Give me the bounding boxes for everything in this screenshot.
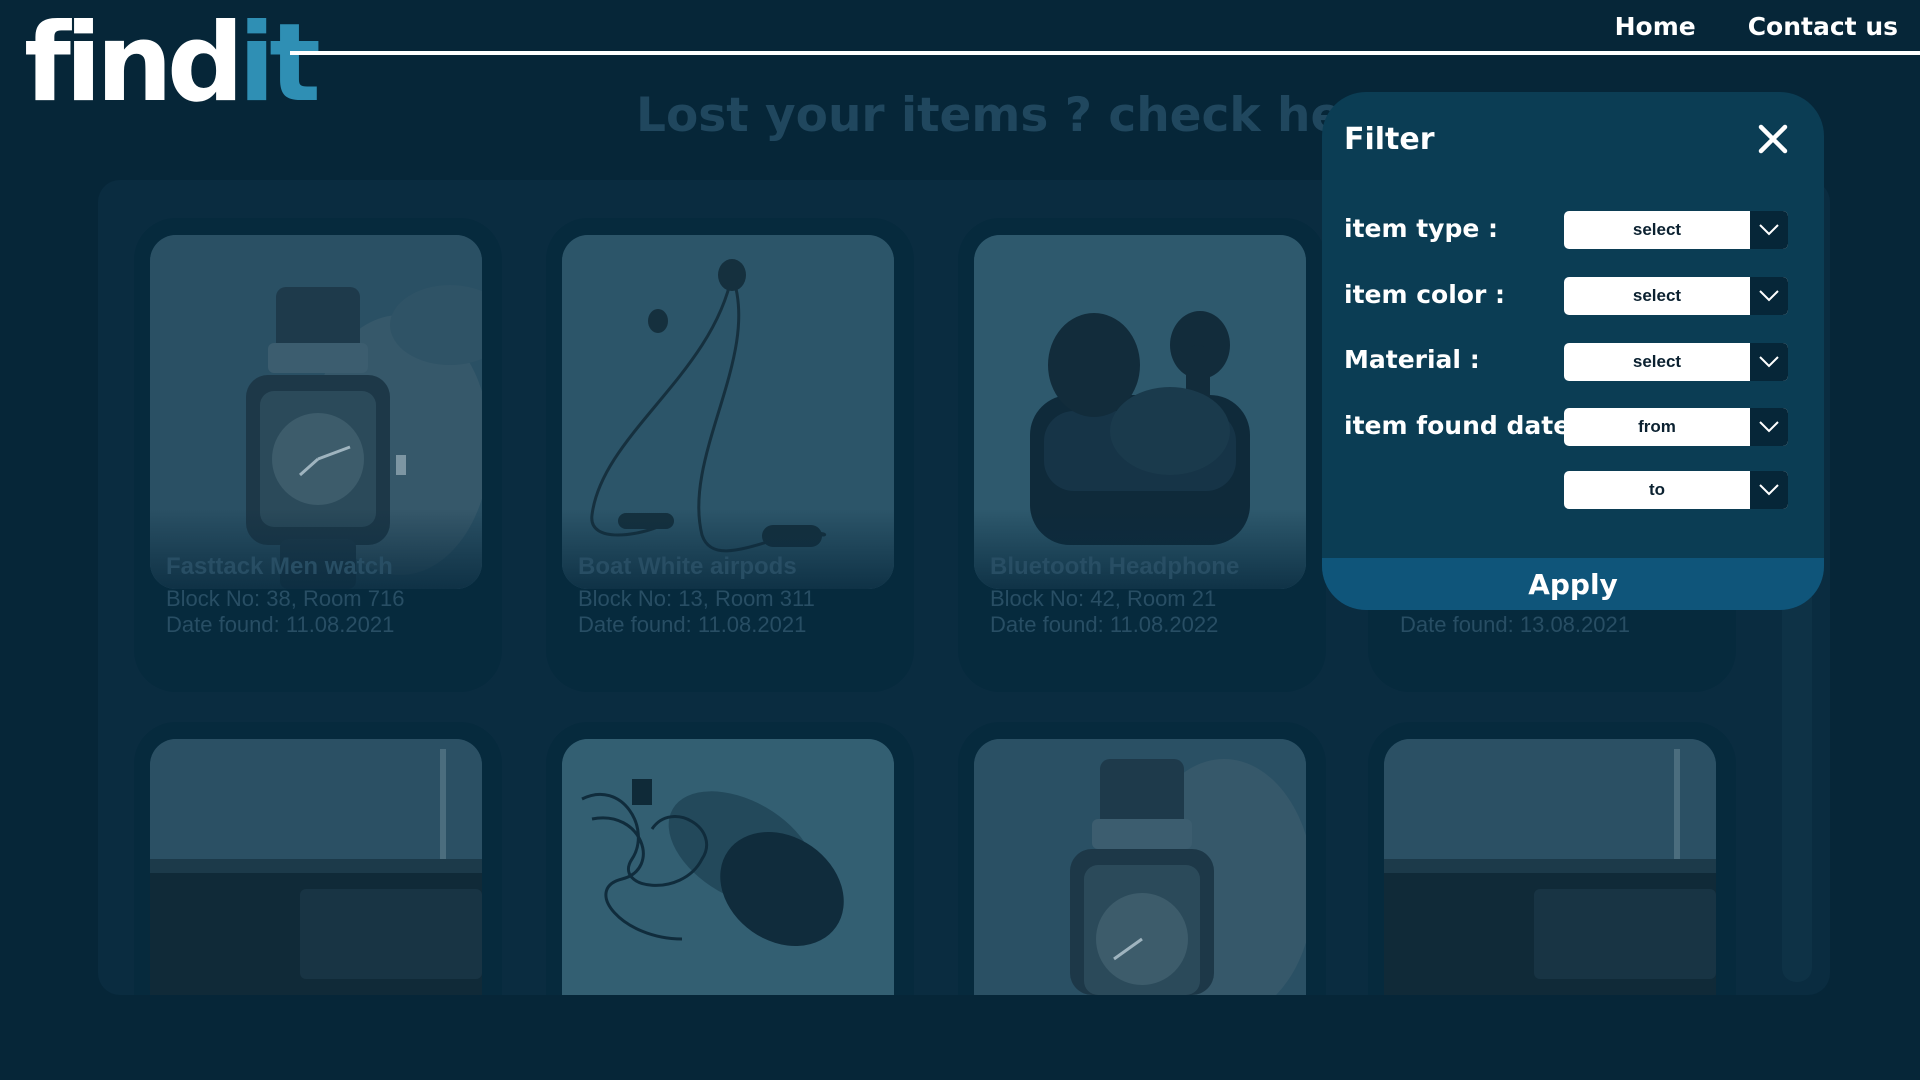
item-location: Block No: 13, Room 311 xyxy=(578,586,815,611)
found-date-label: item found date : xyxy=(1344,411,1589,440)
item-location: Block No: 38, Room 716 xyxy=(166,586,405,611)
item-card[interactable] xyxy=(1368,722,1736,995)
found-date-to-value: to xyxy=(1648,480,1666,499)
close-icon[interactable] xyxy=(1756,122,1790,156)
item-image-watch xyxy=(150,235,482,589)
item-image-earphones xyxy=(562,235,894,589)
item-color-select[interactable]: select xyxy=(1564,277,1788,315)
item-title: Bluetooth Headphone xyxy=(990,553,1240,580)
item-date: Date found: 11.08.2021 xyxy=(578,612,807,637)
item-card[interactable]: Fasttack Men watch Block No: 38, Room 71… xyxy=(134,218,502,692)
material-value: select xyxy=(1632,352,1682,371)
chevron-down-icon[interactable] xyxy=(1750,471,1788,509)
logo-text-it: it xyxy=(238,1,321,126)
item-type-select[interactable]: select xyxy=(1564,211,1788,249)
chevron-down-icon[interactable] xyxy=(1750,211,1788,249)
item-card[interactable] xyxy=(546,722,914,995)
nav-contact-link[interactable]: Contact us xyxy=(1747,12,1898,47)
item-card[interactable] xyxy=(134,722,502,995)
chevron-down-icon[interactable] xyxy=(1750,343,1788,381)
item-type-value: select xyxy=(1632,220,1682,239)
items-scrollbar[interactable] xyxy=(1782,560,1812,982)
item-type-label: item type : xyxy=(1344,214,1499,243)
nav-home-link[interactable]: Home xyxy=(1614,12,1696,47)
item-image-earbuds xyxy=(974,235,1306,589)
top-nav: Home Contact us xyxy=(1614,12,1898,47)
item-image-watch xyxy=(974,739,1306,995)
item-color-label: item color : xyxy=(1344,280,1505,309)
item-date: Date found: 13.08.2021 xyxy=(1400,612,1630,637)
material-select[interactable]: select xyxy=(1564,343,1788,381)
item-title: Boat White airpods xyxy=(578,553,797,580)
item-image-wallet xyxy=(1384,739,1716,995)
item-location: Block No: 42, Room 21 xyxy=(990,586,1217,611)
found-date-from-select[interactable]: from xyxy=(1564,408,1788,446)
logo-text-find: find xyxy=(24,1,244,126)
found-date-to-select[interactable]: to xyxy=(1564,471,1788,509)
item-date: Date found: 11.08.2021 xyxy=(166,612,395,637)
filter-modal: Filter item type : select item color : s… xyxy=(1322,92,1824,610)
filter-title: Filter xyxy=(1344,122,1435,157)
chevron-down-icon[interactable] xyxy=(1750,408,1788,446)
item-color-value: select xyxy=(1632,286,1682,305)
page-headline: Lost your items ? check here xyxy=(636,88,1398,143)
item-image-wallet xyxy=(150,739,482,995)
item-card[interactable] xyxy=(958,722,1326,995)
item-date: Date found: 11.08.2022 xyxy=(990,612,1219,637)
chevron-down-icon[interactable] xyxy=(1750,277,1788,315)
item-card[interactable]: Boat White airpods Block No: 13, Room 31… xyxy=(546,218,914,692)
header-divider xyxy=(290,51,1920,55)
apply-button[interactable]: Apply xyxy=(1322,558,1824,610)
item-card[interactable]: Bluetooth Headphone Block No: 42, Room 2… xyxy=(958,218,1326,692)
item-title: Fasttack Men watch xyxy=(166,553,393,580)
material-label: Material : xyxy=(1344,345,1480,374)
findit-logo[interactable]: findit xyxy=(24,10,321,118)
found-date-from-value: from xyxy=(1638,417,1676,436)
item-image-mouse xyxy=(562,739,894,995)
